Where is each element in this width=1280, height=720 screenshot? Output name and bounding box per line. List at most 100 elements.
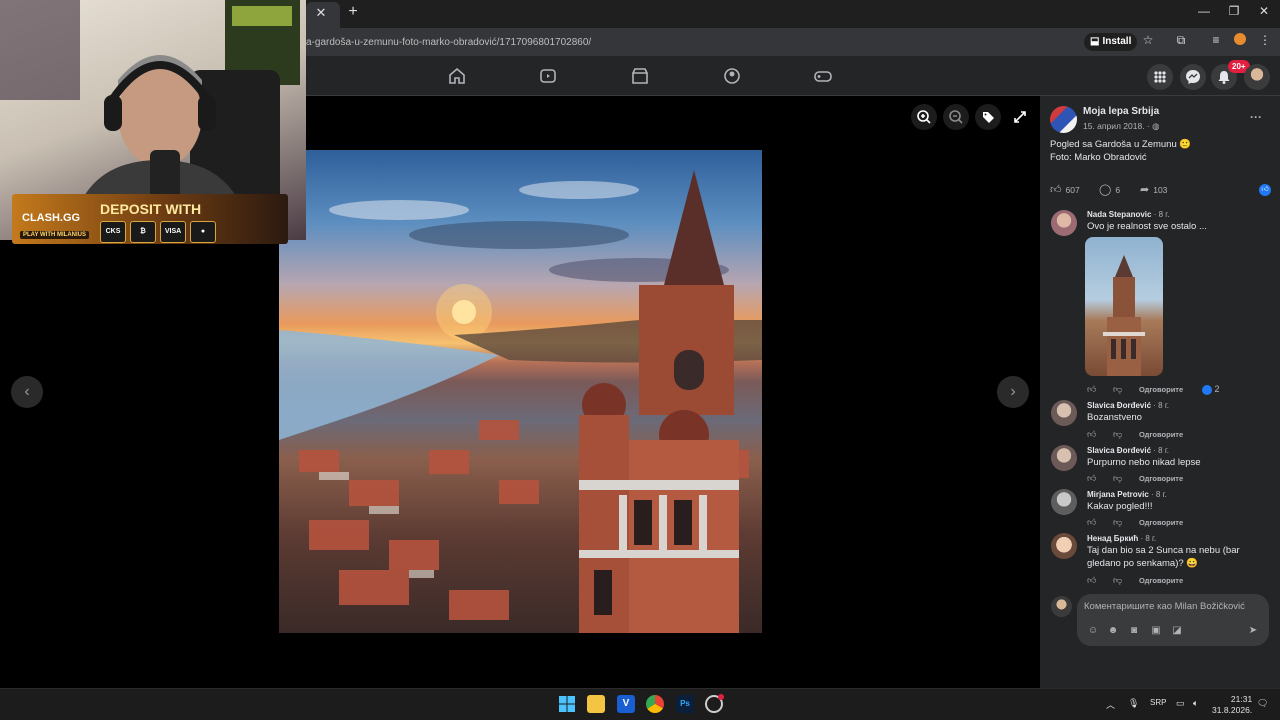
- file-explorer-icon[interactable]: [587, 695, 605, 713]
- chrome-icon[interactable]: [646, 695, 664, 713]
- thumbs-up-icon: 👍︎: [1050, 184, 1062, 197]
- comment-avatar[interactable]: [1051, 400, 1077, 426]
- comment-text: Bozanstveno: [1087, 412, 1142, 423]
- tag-button[interactable]: [975, 104, 1001, 130]
- payment-visa-badge: VISA: [160, 221, 186, 243]
- tray-chevron-icon[interactable]: ︿: [1106, 698, 1115, 711]
- zoom-out-icon: [949, 110, 963, 124]
- groups-icon[interactable]: [722, 67, 742, 85]
- like-reaction-icon: [1202, 384, 1212, 395]
- comment-author[interactable]: Slavica Đorđević · 8 г.: [1087, 401, 1169, 410]
- post-date[interactable]: 15. април 2018. · ◍: [1083, 121, 1160, 132]
- url-field[interactable]: a-gardoša-u-zemunu-foto-marko-obradović/…: [306, 37, 591, 48]
- messenger-icon: [1186, 70, 1200, 84]
- tag-icon: [983, 112, 994, 123]
- comment-avatar[interactable]: [1051, 210, 1077, 236]
- reply-link[interactable]: Одговорите: [1139, 430, 1183, 439]
- home-icon[interactable]: [447, 67, 467, 85]
- reply-link[interactable]: Одговорите: [1139, 518, 1183, 527]
- previous-photo-button[interactable]: ‹: [11, 376, 43, 408]
- share-count: 103: [1153, 185, 1168, 195]
- language-indicator[interactable]: SRP: [1150, 698, 1166, 707]
- caption-line-1: Pogled sa Gardoša u Zemunu 🙂: [1050, 139, 1192, 150]
- comment-author[interactable]: Nada Stepanovic · 8 г.: [1087, 210, 1169, 219]
- bookmark-star-icon[interactable]: ☆: [1139, 33, 1157, 47]
- window-restore-button[interactable]: ❐: [1220, 4, 1248, 18]
- fullscreen-button[interactable]: [1007, 104, 1033, 130]
- like-action[interactable]: 👍︎ 607: [1050, 184, 1080, 197]
- comment-author[interactable]: Slavica Đorđević · 8 г.: [1087, 446, 1169, 455]
- comment-author[interactable]: Mirjana Petrovic · 8 г.: [1087, 490, 1167, 499]
- sticker-icon[interactable]: ◪: [1170, 625, 1184, 636]
- camera-icon[interactable]: ◙: [1127, 625, 1141, 636]
- network-icon[interactable]: ▭: [1176, 698, 1185, 709]
- system-clock[interactable]: 21:31 31.8.2026.: [1212, 694, 1252, 716]
- post-photo[interactable]: [279, 150, 762, 633]
- comment-like-icon[interactable]: 👍︎: [1087, 428, 1096, 440]
- emoji-icon[interactable]: ☻: [1106, 625, 1120, 636]
- extension-badge-icon[interactable]: [1231, 33, 1249, 48]
- video-icon[interactable]: [538, 67, 558, 85]
- comment-attached-photo[interactable]: [1085, 237, 1163, 376]
- comment-dislike-icon[interactable]: 👎︎: [1113, 428, 1122, 440]
- comment-author[interactable]: Ненад Бркић · 8 г.: [1087, 534, 1156, 543]
- promo-brand: CLASH.GG: [22, 212, 81, 224]
- menu-dots-icon[interactable]: ⋮: [1256, 33, 1274, 47]
- comment-like-icon[interactable]: 👍︎: [1087, 472, 1096, 484]
- comment-avatar[interactable]: [1051, 445, 1077, 471]
- zoom-in-button[interactable]: [911, 104, 937, 130]
- windows-start-icon[interactable]: [558, 695, 576, 713]
- comment-action[interactable]: ◯ 6: [1099, 184, 1120, 197]
- post-caption: Pogled sa Gardoša u Zemunu 🙂 Foto: Marko…: [1050, 138, 1191, 164]
- comment-reactions: 2: [1202, 383, 1220, 395]
- queue-icon[interactable]: ≡: [1207, 33, 1225, 47]
- comment-text: Purpurno nebo nikad lepse: [1087, 457, 1201, 468]
- zoom-out-button[interactable]: [943, 104, 969, 130]
- comment-dislike-icon[interactable]: 👎︎: [1113, 574, 1122, 586]
- extensions-icon[interactable]: ⧉: [1172, 33, 1190, 48]
- caption-line-2: Foto: Marko Obradović: [1050, 152, 1147, 163]
- next-photo-button[interactable]: ›: [997, 376, 1029, 408]
- send-icon[interactable]: ➤: [1246, 625, 1260, 636]
- comment-text: Taj dan bio sa 2 Sunca na nebu (bar gled…: [1087, 545, 1240, 569]
- tab-close-button[interactable]: ✕: [313, 5, 329, 21]
- install-icon: ⬓: [1090, 36, 1100, 47]
- post-options-icon[interactable]: ···: [1250, 110, 1262, 124]
- page-avatar[interactable]: [1050, 106, 1077, 133]
- reply-link[interactable]: Одговорите: [1139, 576, 1183, 585]
- windows-logo-icon: [559, 696, 575, 712]
- window-minimize-button[interactable]: —: [1190, 4, 1218, 18]
- comment-avatar[interactable]: [1051, 533, 1077, 559]
- gaming-icon[interactable]: [813, 67, 833, 85]
- install-button[interactable]: ⬓ Install: [1084, 33, 1138, 51]
- reply-link[interactable]: Одговорите: [1139, 474, 1183, 483]
- gif-icon[interactable]: ▣: [1149, 625, 1163, 636]
- window-close-button[interactable]: ✕: [1250, 4, 1278, 18]
- comment-input[interactable]: Коментаришите као Milan Božičković: [1084, 601, 1245, 612]
- messenger-button[interactable]: [1180, 64, 1206, 90]
- reply-link[interactable]: Одговорите: [1139, 385, 1183, 394]
- comment-like-icon[interactable]: 👍︎: [1087, 383, 1096, 395]
- comment-dislike-icon[interactable]: 👎︎: [1113, 383, 1122, 395]
- page-name[interactable]: Moja lepa Srbija: [1083, 106, 1159, 117]
- comment-like-icon[interactable]: 👍︎: [1087, 516, 1096, 528]
- comment-like-icon[interactable]: 👍︎: [1087, 574, 1096, 586]
- payment-bitcoin-badge: ₿: [130, 221, 156, 243]
- avatar-sticker-icon[interactable]: ☺: [1086, 625, 1100, 636]
- volume-icon[interactable]: 🔈︎: [1193, 698, 1198, 709]
- windows-taskbar: [0, 688, 1280, 720]
- microphone-icon[interactable]: 🎙︎: [1128, 698, 1139, 709]
- new-tab-button[interactable]: +: [344, 3, 362, 21]
- app-v-icon[interactable]: V: [617, 695, 635, 713]
- comment-dislike-icon[interactable]: 👎︎: [1113, 516, 1122, 528]
- profile-avatar[interactable]: [1244, 64, 1270, 90]
- notifications-center-icon[interactable]: 🗨︎: [1257, 698, 1268, 709]
- comment-avatar[interactable]: [1051, 489, 1077, 515]
- tower-photo-image: [1103, 255, 1145, 376]
- comment-dislike-icon[interactable]: 👎︎: [1113, 472, 1122, 484]
- share-action[interactable]: ➦ 103: [1140, 184, 1167, 197]
- install-label: Install: [1102, 36, 1132, 47]
- marketplace-icon[interactable]: [630, 67, 650, 85]
- menu-grid-button[interactable]: [1147, 64, 1173, 90]
- photoshop-icon[interactable]: Ps: [676, 695, 694, 713]
